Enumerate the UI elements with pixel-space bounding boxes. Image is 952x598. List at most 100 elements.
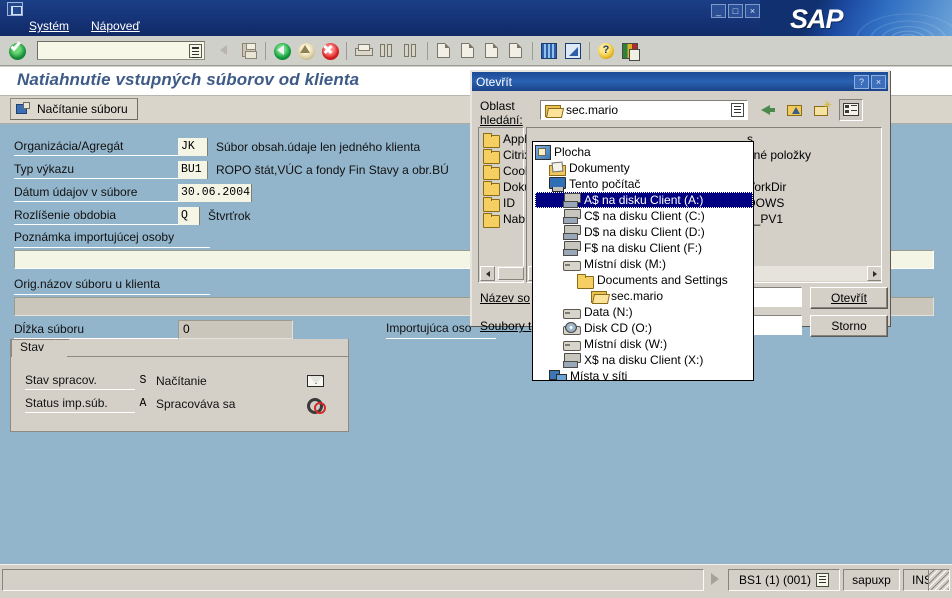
dropdown-item-label: D$ na disku Client (D:) xyxy=(584,225,705,239)
lookin-value: sec.mario xyxy=(566,103,619,117)
dropdown-item-dokumenty[interactable]: Dokumenty xyxy=(535,160,753,176)
layout-menu-icon[interactable] xyxy=(619,40,641,62)
first-page-icon[interactable] xyxy=(433,40,455,62)
length-value[interactable]: 0 xyxy=(178,320,293,339)
status-system-cell[interactable]: BS1 (1) (001) xyxy=(728,569,840,591)
menu-help[interactable]: Nápoveď xyxy=(80,17,151,36)
dropdown-item-label: C$ na disku Client (C:) xyxy=(584,209,705,223)
list-item[interactable]: a xyxy=(745,163,811,179)
page-title: Natiahnutie vstupných súborov od klienta xyxy=(17,70,360,89)
command-history-icon[interactable] xyxy=(189,44,202,58)
dropdown-item-drive-c[interactable]: C$ na disku Client (C:) xyxy=(535,208,753,224)
load-file-button-label: Načítanie súboru xyxy=(37,102,128,116)
lookin-combobox[interactable]: sec.mario xyxy=(540,100,748,120)
list-item[interactable]: ené položky xyxy=(745,147,811,163)
filetype-label: Soubory t xyxy=(480,319,532,333)
field-value-rozlisenie[interactable]: Q xyxy=(178,206,200,225)
help-icon[interactable]: ? xyxy=(595,40,617,62)
field-value-organizacia[interactable]: JK xyxy=(178,137,208,156)
lookin-label-line2: hledání: xyxy=(480,113,523,127)
dialog-close-icon[interactable]: × xyxy=(871,74,886,89)
ok-check-icon[interactable] xyxy=(6,40,28,62)
scroll-right-icon[interactable] xyxy=(867,266,881,281)
dropdown-item-drive-x[interactable]: X$ na disku Client (X:) xyxy=(535,352,753,368)
minimize-icon: _ xyxy=(715,6,721,16)
find-icon[interactable] xyxy=(376,40,398,62)
previous-page-icon[interactable] xyxy=(457,40,479,62)
dropdown-item-label: X$ na disku Client (X:) xyxy=(584,353,704,367)
system-menu-icon[interactable] xyxy=(7,2,23,16)
dialog-help-icon[interactable]: ? xyxy=(854,74,869,89)
dropdown-item-label: Disk CD (O:) xyxy=(584,321,652,335)
cancel-button-label: Storno xyxy=(831,319,867,333)
minimize-button[interactable]: _ xyxy=(711,4,726,18)
scroll-thumb[interactable] xyxy=(498,267,524,280)
status-text-impsub: Spracováva sa xyxy=(156,396,236,411)
field-value-typ-vykazu[interactable]: BU1 xyxy=(178,160,208,179)
cancel-button[interactable]: Storno xyxy=(810,315,888,337)
cancel-icon[interactable] xyxy=(319,40,341,62)
list-item[interactable]: s xyxy=(745,131,811,147)
find-next-icon[interactable] xyxy=(400,40,422,62)
exit-up-icon[interactable] xyxy=(295,40,317,62)
dialog-titlebar[interactable]: Otevřít ? × xyxy=(472,72,888,91)
dropdown-item-drive-a[interactable]: A$ na disku Client (A:) xyxy=(535,192,753,208)
menu-bar: Systém Nápoveď xyxy=(18,17,151,36)
next-page-icon[interactable] xyxy=(481,40,503,62)
save-icon[interactable] xyxy=(238,40,260,62)
open-button[interactable]: Otevřít xyxy=(810,287,888,309)
back-arrow-icon[interactable] xyxy=(756,99,780,121)
load-file-button[interactable]: Načítanie súboru xyxy=(10,98,138,120)
dropdown-item-drive-n[interactable]: Data (N:) xyxy=(535,304,753,320)
dropdown-item-label: Místa v síti xyxy=(570,369,628,381)
menu-system[interactable]: Systém xyxy=(18,17,80,36)
status-row: Stav spracov. S Načítanie xyxy=(25,371,207,390)
last-page-icon[interactable] xyxy=(505,40,527,62)
folder-open-icon xyxy=(591,290,607,303)
list-item[interactable]: VorkDir xyxy=(745,179,811,195)
close-button[interactable]: × xyxy=(745,4,760,18)
dropdown-item-label: Místní disk (M:) xyxy=(584,257,667,271)
dropdown-item-plocha[interactable]: Plocha xyxy=(535,144,753,160)
list-item[interactable]: DOWS xyxy=(745,195,811,211)
dropdown-item-label: sec.mario xyxy=(611,289,664,303)
dropdown-item-sec-mario[interactable]: sec.mario xyxy=(535,288,753,304)
views-icon[interactable] xyxy=(839,99,863,121)
status-label-impsub: Status imp.súb. xyxy=(25,394,135,413)
command-input[interactable] xyxy=(37,41,205,60)
lookin-dropdown-list[interactable]: Plocha Dokumenty Tento počítač A$ na dis… xyxy=(532,141,754,381)
status-code-spracov: S xyxy=(135,371,151,390)
status-expand-icon[interactable] xyxy=(711,573,719,585)
dropdown-item-documents-and-settings[interactable]: Documents and Settings xyxy=(535,272,753,289)
resize-grip[interactable] xyxy=(928,569,950,591)
lookin-dropdown-icon[interactable] xyxy=(731,103,744,117)
folder-icon xyxy=(483,148,500,164)
places-list[interactable]: Applic Citrix Cookie Dokum ID Nabídl xyxy=(478,127,541,283)
new-folder-icon[interactable]: ✳ xyxy=(810,99,834,121)
note-label: Poznámka importujúcej osoby xyxy=(14,229,210,248)
field-desc-typ-vykazu: ROPO štát,VÚC a fondy Fin Stavy a obr.BÚ xyxy=(216,162,449,177)
dropdown-item-label: A$ na disku Client (A:) xyxy=(584,193,704,207)
dropdown-item-drive-d[interactable]: D$ na disku Client (D:) xyxy=(535,224,753,240)
dropdown-item-drive-f[interactable]: F$ na disku Client (F:) xyxy=(535,240,753,256)
maximize-button[interactable]: □ xyxy=(728,4,743,18)
dropdown-item-drive-o[interactable]: Disk CD (O:) xyxy=(535,320,753,336)
drive-icon xyxy=(563,338,581,351)
system-toolbar: ? xyxy=(0,36,952,66)
list-item[interactable]: 5_PV1 xyxy=(745,211,811,227)
create-session-icon[interactable] xyxy=(538,40,560,62)
create-shortcut-icon[interactable] xyxy=(562,40,584,62)
places-hscrollbar[interactable] xyxy=(480,266,524,281)
status-session-icon xyxy=(816,573,830,587)
folder-open-icon xyxy=(545,104,561,117)
dropdown-item-drive-m[interactable]: Místní disk (M:) xyxy=(535,256,753,272)
dropdown-item-tento-pocitac[interactable]: Tento počítač xyxy=(535,176,753,192)
up-one-level-icon[interactable] xyxy=(783,99,807,121)
back-icon[interactable] xyxy=(271,40,293,62)
status-groupbox: Stav Stav spracov. S Načítanie Status im… xyxy=(10,339,349,432)
dropdown-item-mista-v-siti[interactable]: Místa v síti xyxy=(535,368,753,381)
scroll-left-icon[interactable] xyxy=(480,266,495,281)
print-icon[interactable] xyxy=(352,40,374,62)
field-value-datum[interactable]: 30.06.2004 xyxy=(178,183,252,202)
dropdown-item-drive-w[interactable]: Místní disk (W:) xyxy=(535,336,753,352)
